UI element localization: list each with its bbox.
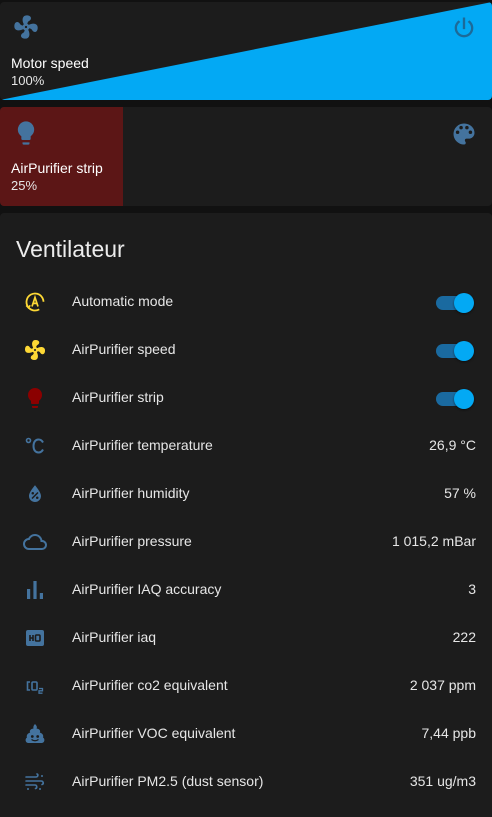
lightbulb-icon bbox=[28, 388, 42, 408]
row-label: AirPurifier strip bbox=[72, 389, 164, 405]
signal-bars-icon bbox=[27, 581, 43, 599]
row-label: AirPurifier co2 equivalent bbox=[72, 677, 228, 693]
weather-dust-icon bbox=[25, 773, 45, 790]
strip-name: AirPurifier strip bbox=[11, 160, 103, 176]
row-airpurifier-co2-equivalent[interactable]: AirPurifier co2 equivalent 2 037 ppm bbox=[0, 662, 492, 710]
emoticon-poop-icon bbox=[25, 724, 45, 743]
row-label: AirPurifier PM2.5 (dust sensor) bbox=[72, 773, 264, 789]
hq-icon bbox=[26, 630, 44, 646]
row-airpurifier-iaq[interactable]: AirPurifier iaq 222 bbox=[0, 614, 492, 662]
row-airpurifier-voc-equivalent[interactable]: AirPurifier VOC equivalent 7,44 ppb bbox=[0, 710, 492, 758]
automatic-mode-toggle[interactable] bbox=[436, 293, 474, 313]
row-value: 222 bbox=[452, 629, 476, 645]
row-airpurifier-temperature[interactable]: AirPurifier temperature 26,9 °C bbox=[0, 422, 492, 470]
motor-speed-tile[interactable]: Motor speed 100% bbox=[0, 2, 492, 100]
lightbulb-icon bbox=[17, 121, 35, 145]
row-value: 7,44 ppb bbox=[421, 725, 477, 741]
row-label: AirPurifier pressure bbox=[72, 533, 192, 549]
row-value: 351 ug/m3 bbox=[409, 773, 476, 789]
row-airpurifier-humidity[interactable]: AirPurifier humidity 57 % bbox=[0, 470, 492, 518]
row-airpurifier-strip: AirPurifier strip bbox=[0, 374, 492, 422]
airpurifier-strip-toggle[interactable] bbox=[436, 389, 474, 409]
row-label: Automatic mode bbox=[72, 293, 174, 309]
row-value: 26,9 °C bbox=[429, 437, 476, 453]
motor-speed-state: 100% bbox=[11, 73, 45, 88]
row-label: AirPurifier temperature bbox=[72, 437, 213, 453]
row-value: 57 % bbox=[444, 485, 476, 501]
row-value: 3 bbox=[468, 581, 476, 597]
auto-mode-icon bbox=[25, 292, 45, 312]
row-label: AirPurifier iaq bbox=[72, 629, 157, 645]
card-title: Ventilateur bbox=[16, 236, 125, 262]
motor-speed-name: Motor speed bbox=[11, 55, 89, 71]
row-label: AirPurifier speed bbox=[72, 341, 176, 357]
palette-icon[interactable] bbox=[450, 120, 478, 148]
water-percent-icon bbox=[29, 485, 41, 502]
row-automatic-mode: Automatic mode bbox=[0, 278, 492, 326]
thermometer-celsius-icon bbox=[25, 437, 44, 454]
row-value: 2 037 ppm bbox=[409, 677, 476, 693]
power-icon[interactable] bbox=[450, 14, 478, 42]
row-value: 1 015,2 mBar bbox=[391, 533, 476, 549]
strip-state: 25% bbox=[11, 178, 38, 193]
fan-icon bbox=[25, 340, 46, 360]
row-airpurifier-iaq-accuracy[interactable]: AirPurifier IAQ accuracy 3 bbox=[0, 566, 492, 614]
cloud-icon bbox=[23, 534, 47, 550]
row-airpurifier-speed: AirPurifier speed bbox=[0, 326, 492, 374]
co2-icon bbox=[26, 681, 44, 694]
row-label: AirPurifier humidity bbox=[72, 485, 190, 501]
row-label: AirPurifier VOC equivalent bbox=[72, 725, 236, 741]
fan-icon bbox=[14, 15, 38, 39]
ventilateur-card: Ventilateur Automatic mode AirPurifier s… bbox=[0, 213, 492, 817]
row-airpurifier-pressure[interactable]: AirPurifier pressure 1 015,2 mBar bbox=[0, 518, 492, 566]
airpurifier-strip-tile[interactable]: AirPurifier strip 25% bbox=[0, 107, 492, 206]
row-label: AirPurifier IAQ accuracy bbox=[72, 581, 222, 597]
motor-speed-level-fill bbox=[0, 2, 492, 100]
airpurifier-speed-toggle[interactable] bbox=[436, 341, 474, 361]
row-airpurifier-pm25[interactable]: AirPurifier PM2.5 (dust sensor) 351 ug/m… bbox=[0, 758, 492, 806]
